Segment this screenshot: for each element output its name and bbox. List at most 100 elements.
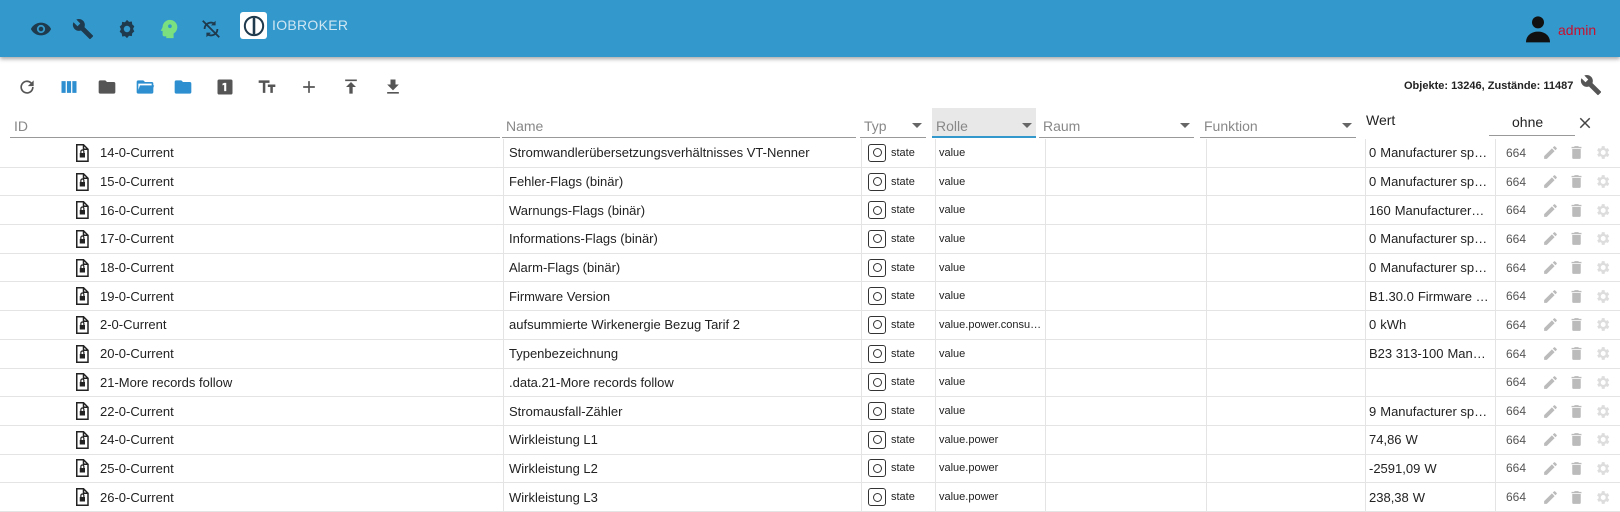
table-row[interactable]: 21-More records follow .data.21-More reco… [0, 368, 1620, 398]
folder-open-icon[interactable] [132, 74, 158, 100]
acl-value[interactable]: 664 [1504, 168, 1528, 196]
raum-filter-select[interactable]: Raum [1039, 108, 1194, 138]
columns-icon[interactable] [56, 74, 82, 100]
settings-gear-icon[interactable] [1592, 315, 1612, 335]
funktion-filter-select[interactable]: Funktion [1200, 108, 1356, 138]
acl-value[interactable]: 664 [1504, 282, 1528, 310]
sync-off-icon[interactable] [196, 14, 226, 44]
object-value[interactable]: 160 Manufacturer… [1369, 196, 1495, 224]
acl-value[interactable]: 664 [1504, 311, 1528, 339]
table-row[interactable]: 24-0-Current Wirkleistung L1 state value.po… [0, 425, 1620, 455]
table-row[interactable]: 25-0-Current Wirkleistung L2 state value.po… [0, 454, 1620, 484]
delete-trash-icon[interactable] [1566, 172, 1586, 192]
delete-trash-icon[interactable] [1566, 430, 1586, 450]
typ-filter-select[interactable]: Typ [860, 108, 926, 138]
settings-gear-icon[interactable] [1592, 172, 1612, 192]
delete-trash-icon[interactable] [1566, 344, 1586, 364]
edit-pencil-icon[interactable] [1540, 286, 1560, 306]
settings-gear-icon[interactable] [1592, 401, 1612, 421]
user-name[interactable]: admin [1558, 22, 1596, 38]
delete-trash-icon[interactable] [1566, 200, 1586, 220]
acl-value[interactable]: 664 [1504, 426, 1528, 454]
acl-value[interactable]: 664 [1504, 397, 1528, 425]
close-icon[interactable] [1574, 112, 1596, 134]
delete-trash-icon[interactable] [1566, 143, 1586, 163]
object-value[interactable]: B1.30.0 Firmware … [1369, 282, 1495, 310]
object-value[interactable]: B23 313-100 Man… [1369, 340, 1495, 368]
folder-icon[interactable] [94, 74, 120, 100]
wrench-icon[interactable] [68, 14, 98, 44]
table-row[interactable]: 14-0-Current Stromwandlerübersetzungsverh… [0, 139, 1620, 168]
delete-trash-icon[interactable] [1566, 258, 1586, 278]
table-row[interactable]: 16-0-Current Warnungs-Flags (binär) state v… [0, 196, 1620, 226]
upload-icon[interactable] [338, 74, 364, 100]
table-row[interactable]: 18-0-Current Alarm-Flags (binär) state valu… [0, 253, 1620, 283]
object-value[interactable]: 9 Manufacturer sp… [1369, 397, 1495, 425]
table-row[interactable]: 2-0-Current aufsummierte Wirkenergie Bezu… [0, 311, 1620, 340]
delete-trash-icon[interactable] [1566, 315, 1586, 335]
object-value[interactable]: 0 Manufacturer sp… [1369, 168, 1495, 196]
settings-gear-icon[interactable] [1592, 458, 1612, 478]
acl-value[interactable]: 664 [1504, 225, 1528, 253]
settings-gear-icon[interactable] [1592, 430, 1612, 450]
one-box-icon[interactable] [212, 74, 238, 100]
settings-gear-icon[interactable] [1592, 258, 1612, 278]
table-row[interactable]: 17-0-Current Informations-Flags (binär) st… [0, 225, 1620, 254]
acl-value[interactable]: 664 [1504, 369, 1528, 397]
settings-gear-icon[interactable] [1592, 143, 1612, 163]
folder-blue-icon[interactable] [170, 74, 196, 100]
acl-value[interactable]: 664 [1504, 196, 1528, 224]
edit-pencil-icon[interactable] [1540, 229, 1560, 249]
object-value[interactable]: 0 Manufacturer sp… [1369, 225, 1495, 253]
delete-trash-icon[interactable] [1566, 372, 1586, 392]
download-icon[interactable] [380, 74, 406, 100]
object-value[interactable]: -2591,09 W [1369, 455, 1495, 483]
object-value[interactable]: 0 Manufacturer sp… [1369, 139, 1495, 167]
table-row[interactable]: 20-0-Current Typenbezeichnung state value B2… [0, 339, 1620, 369]
head-icon[interactable] [154, 14, 184, 44]
settings-gear-icon[interactable] [1592, 229, 1612, 249]
table-row[interactable]: 26-0-Current Wirkleistung L3 state value.po… [0, 483, 1620, 512]
delete-trash-icon[interactable] [1566, 286, 1586, 306]
object-value[interactable]: 238,38 W [1369, 483, 1495, 511]
delete-trash-icon[interactable] [1566, 401, 1586, 421]
adapter-icon[interactable] [112, 14, 142, 44]
acl-value[interactable]: 664 [1504, 340, 1528, 368]
edit-pencil-icon[interactable] [1540, 344, 1560, 364]
acl-value[interactable]: 664 [1504, 139, 1528, 167]
name-filter-input[interactable]: Name [502, 108, 856, 138]
eye-icon[interactable] [26, 14, 56, 44]
text-size-icon[interactable] [254, 74, 280, 100]
settings-gear-icon[interactable] [1592, 344, 1612, 364]
settings-wrench-icon[interactable] [1580, 74, 1602, 101]
object-value[interactable]: 0 Manufacturer sp… [1369, 254, 1495, 282]
rolle-filter-select[interactable]: Rolle [932, 108, 1036, 138]
edit-pencil-icon[interactable] [1540, 401, 1560, 421]
table-row[interactable]: 22-0-Current Stromausfall-Zähler state valu… [0, 397, 1620, 426]
edit-pencil-icon[interactable] [1540, 458, 1560, 478]
delete-trash-icon[interactable] [1566, 487, 1586, 507]
settings-gear-icon[interactable] [1592, 286, 1612, 306]
edit-pencil-icon[interactable] [1540, 258, 1560, 278]
acl-value[interactable]: 664 [1504, 483, 1528, 511]
acl-value[interactable]: 664 [1504, 455, 1528, 483]
refresh-icon[interactable] [14, 74, 40, 100]
settings-gear-icon[interactable] [1592, 200, 1612, 220]
table-row[interactable]: 15-0-Current Fehler-Flags (binär) state val… [0, 167, 1620, 197]
edit-pencil-icon[interactable] [1540, 172, 1560, 192]
id-filter-input[interactable]: ID [10, 108, 500, 138]
acl-value[interactable]: 664 [1504, 254, 1528, 282]
edit-pencil-icon[interactable] [1540, 200, 1560, 220]
object-value[interactable]: 0 kWh [1369, 311, 1495, 339]
delete-trash-icon[interactable] [1566, 229, 1586, 249]
settings-gear-icon[interactable] [1592, 487, 1612, 507]
object-value[interactable]: 74,86 W [1369, 426, 1495, 454]
user-icon[interactable] [1522, 13, 1554, 50]
ohne-filter-select[interactable]: ohne [1489, 112, 1575, 136]
plus-icon[interactable] [296, 74, 322, 100]
edit-pencil-icon[interactable] [1540, 372, 1560, 392]
edit-pencil-icon[interactable] [1540, 143, 1560, 163]
edit-pencil-icon[interactable] [1540, 487, 1560, 507]
edit-pencil-icon[interactable] [1540, 430, 1560, 450]
table-row[interactable]: 19-0-Current Firmware Version state value B1… [0, 282, 1620, 312]
